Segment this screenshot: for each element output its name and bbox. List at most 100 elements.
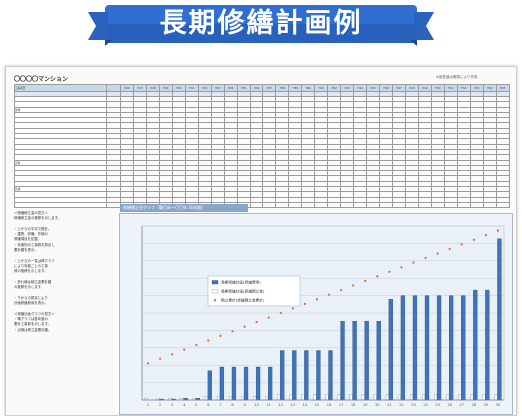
bar-light: [421, 394, 426, 401]
year-cell: H36: [249, 84, 264, 92]
x-tick-label: 6: [207, 403, 209, 407]
dot-point: [424, 256, 427, 260]
legend-swatch: [211, 289, 219, 294]
year-cell: H46: [379, 84, 394, 92]
bar-light: [470, 394, 474, 401]
x-tick-label: 10: [254, 403, 258, 407]
year-cell: H49: [417, 84, 432, 92]
bar-main: [485, 289, 490, 401]
chart-area: 1 2 3 4 5 6 7 8 9 10 11 12 13 14 15 16 17 18 19 20 21 22 23 24 2…: [119, 213, 513, 415]
x-tick-label: 28: [472, 403, 476, 407]
x-tick-label: 20: [375, 403, 379, 407]
bar-light: [313, 394, 317, 401]
dot-point: [279, 311, 282, 315]
bar-main: [207, 370, 212, 401]
year-cell: H43: [340, 84, 355, 92]
bar-light: [385, 394, 389, 401]
bar-light: [373, 394, 377, 401]
year-cell: H44: [353, 84, 368, 92]
legend-swatch: [211, 280, 219, 285]
bar-main: [352, 321, 357, 401]
bar-main: [316, 350, 321, 401]
x-tick-label: 4: [183, 403, 186, 407]
dot-point: [243, 325, 246, 328]
x-tick-label: 8: [231, 403, 233, 407]
x-tick-label: 30: [496, 403, 500, 407]
year-cell: H37: [262, 84, 277, 92]
x-tick-label: 29: [484, 403, 488, 407]
bar-light: [216, 396, 220, 401]
dot-point: [364, 279, 367, 283]
banner-title: 長期修繕計画例: [159, 8, 363, 39]
left-notes: ＜修繕積立金の見方＞ 修繕積立金の推移を示します。 ・上からの平均で推計。 ・建物、…: [14, 211, 112, 333]
bar-main: [292, 350, 297, 401]
dot-point: [327, 293, 331, 296]
bar-light: [349, 394, 353, 401]
x-tick-label: 18: [351, 403, 355, 407]
x-tick-label: 25: [435, 403, 439, 407]
year-cell: H45: [366, 84, 381, 92]
maintenance-table-grid: 工事項目 H26 H27 H28 H29 H30 H31 H32 H33 H34 H35 H36 H37…: [14, 84, 510, 208]
table-header-row: 工事項目 H26 H27 H28 H29 H30 H31 H32 H33 H34 H35 H36 H37…: [14, 84, 510, 92]
dot-point: [255, 321, 258, 324]
x-tick-label: 17: [339, 403, 343, 407]
dot-point: [207, 339, 210, 342]
dot-point: [303, 302, 306, 305]
bar-main: [461, 295, 466, 401]
bar-light: [409, 394, 413, 401]
dot-point: [496, 229, 500, 232]
dot-point: [400, 266, 403, 269]
bar-light: [265, 396, 269, 401]
x-tick-label: 27: [460, 403, 464, 407]
year-cell: H47: [392, 84, 406, 92]
bar-main: [255, 366, 261, 401]
bar-main: [412, 295, 418, 401]
x-tick-label: 14: [303, 403, 308, 407]
x-tick-label: 13: [291, 403, 295, 407]
year-cell: H52: [456, 84, 471, 92]
bar-light: [240, 396, 245, 401]
dot-point: [436, 252, 439, 255]
bar-light: [301, 394, 305, 401]
bar-main: [449, 295, 454, 401]
dot-point: [412, 261, 415, 264]
bar-main: [280, 350, 285, 401]
x-tick-label: 5: [195, 403, 197, 407]
dot-point: [219, 334, 222, 337]
bar-light: [325, 394, 329, 401]
dot-point: [231, 330, 234, 333]
bar-light: [397, 394, 401, 401]
x-tick-label: 26: [447, 403, 451, 407]
x-tick-label: 16: [327, 403, 331, 407]
bar-light: [434, 394, 438, 401]
bar-light: [446, 394, 450, 401]
bar-light: [277, 394, 281, 401]
bar-main: [473, 289, 478, 401]
dot-point: [472, 238, 475, 241]
x-tick-label: 9: [243, 403, 245, 407]
note-line: ・点線は積立金累計額。: [14, 327, 52, 332]
legend-label: 長期修繕計画(修繕積立金): [221, 289, 265, 294]
bar-light: [494, 394, 498, 401]
chart-caption: 修繕積立金グラフ（築〇年〜〇〇年 30年間）: [120, 204, 248, 212]
document-sheet: 〇〇〇〇マンション ※各数値は概算により作成 工事項目 H26 H27 H28 H29 H…: [5, 66, 517, 416]
mansion-name: 〇〇〇〇マンション: [14, 76, 69, 83]
year-cell: H40: [301, 84, 316, 92]
dot-point: [291, 307, 294, 310]
dot-point: [352, 284, 355, 287]
bar-main: [340, 321, 345, 401]
maintenance-table: 工事項目 H26 H27 H28 H29 H30 H31 H32 H33 H34 H35 H36 H37…: [14, 84, 510, 208]
bar-main: [497, 238, 502, 401]
dot-point: [484, 234, 487, 237]
dot-point: [183, 348, 186, 351]
bar-main: [304, 350, 309, 401]
x-tick-label: 23: [411, 403, 415, 407]
legend-swatch: [213, 299, 217, 302]
bar-main: [219, 366, 225, 401]
bar-light: [253, 396, 257, 401]
dot-point: [315, 298, 319, 301]
year-cell: H29: [158, 84, 173, 92]
x-tick-label: 11: [266, 403, 270, 407]
year-cell: H34: [223, 84, 238, 92]
dot-point: [195, 343, 198, 347]
